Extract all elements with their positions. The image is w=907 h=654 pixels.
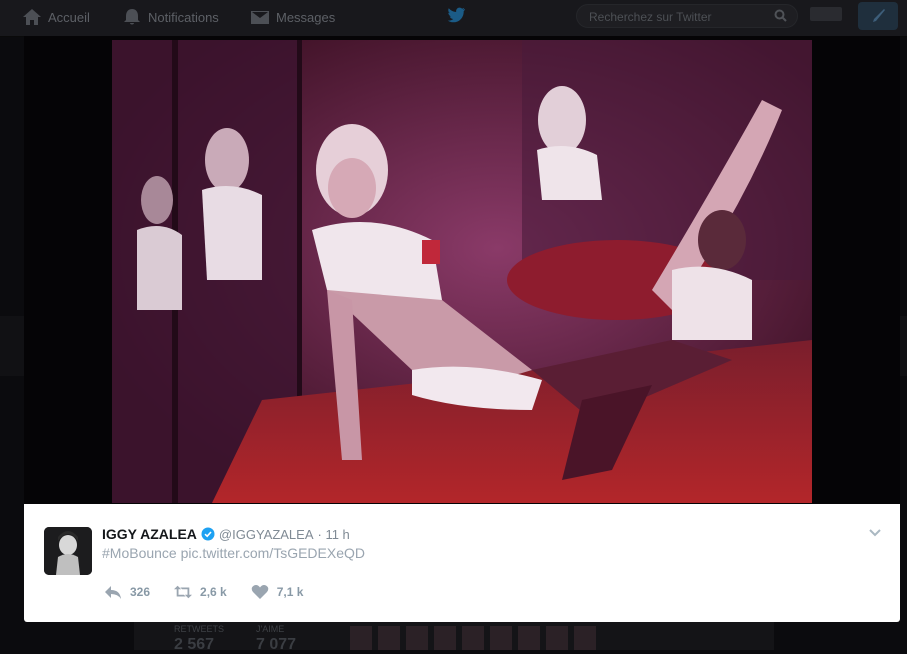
author-handle[interactable]: @IGGYAZALEA xyxy=(219,527,314,542)
retweet-icon xyxy=(174,585,193,599)
nav-notifications[interactable]: Notifications xyxy=(122,5,219,29)
compose-tweet-button[interactable] xyxy=(858,2,898,30)
nav-messages-label: Messages xyxy=(276,9,336,25)
search-input[interactable] xyxy=(587,8,771,26)
quill-icon xyxy=(873,9,885,22)
tweet-card: IGGY AZALEA @IGGYAZALEA · 11 h #MoBounce… xyxy=(24,504,900,622)
reply-button[interactable]: 326 xyxy=(104,584,150,600)
more-options-button[interactable] xyxy=(868,526,882,538)
tweet-actions: 326 2,6 k 7,1 k xyxy=(104,584,327,600)
liker-avatar[interactable] xyxy=(434,626,456,650)
top-navigation-bar: Accueil Notifications Messages xyxy=(0,0,907,37)
liker-avatars xyxy=(350,626,596,650)
tweet-hashtag[interactable]: #MoBounce xyxy=(102,545,177,561)
nav-home[interactable]: Accueil xyxy=(22,5,90,29)
liker-avatar[interactable] xyxy=(574,626,596,650)
liker-avatar[interactable] xyxy=(462,626,484,650)
liker-avatar[interactable] xyxy=(518,626,540,650)
retweet-count: 2,6 k xyxy=(200,585,227,599)
tweet-text: #MoBounce pic.twitter.com/TsGEDEXeQD xyxy=(102,545,365,561)
liker-avatar[interactable] xyxy=(546,626,568,650)
like-count: 7,1 k xyxy=(276,585,304,599)
nav-home-label: Accueil xyxy=(48,9,90,25)
verified-badge-icon xyxy=(201,527,215,541)
home-icon xyxy=(23,9,41,25)
liker-avatar[interactable] xyxy=(350,626,372,650)
heart-icon xyxy=(251,585,269,599)
liker-avatar[interactable] xyxy=(378,626,400,650)
retweet-button[interactable]: 2,6 k xyxy=(174,584,227,600)
nav-messages[interactable]: Messages xyxy=(250,5,335,29)
envelope-icon xyxy=(251,11,269,24)
liker-avatar[interactable] xyxy=(490,626,512,650)
photo-content xyxy=(112,40,812,503)
author-name[interactable]: IGGY AZALEA xyxy=(102,526,197,542)
likes-label: J'AIME xyxy=(256,624,285,634)
author-avatar[interactable] xyxy=(44,527,92,575)
nav-notifications-label: Notifications xyxy=(148,9,219,25)
tweet-media-link[interactable]: pic.twitter.com/TsGEDEXeQD xyxy=(181,545,365,561)
likes-value: 7 077 xyxy=(256,636,297,653)
twitter-logo[interactable] xyxy=(446,6,466,24)
search-field[interactable] xyxy=(576,4,798,28)
search-icon[interactable] xyxy=(774,9,787,22)
tweet-photo[interactable] xyxy=(112,40,812,503)
author-row: IGGY AZALEA @IGGYAZALEA · 11 h xyxy=(102,526,350,542)
retweets-label: RETWEETS xyxy=(174,624,225,634)
like-button[interactable]: 7,1 k xyxy=(251,584,304,600)
tweet-timestamp[interactable]: · 11 h xyxy=(318,527,350,542)
liker-avatar[interactable] xyxy=(406,626,428,650)
author-avatar-image xyxy=(44,527,92,575)
user-avatar[interactable] xyxy=(810,7,842,21)
retweets-value: 2 567 xyxy=(174,636,215,653)
bell-icon xyxy=(124,9,140,25)
media-viewer xyxy=(24,36,900,504)
reply-icon xyxy=(105,586,121,599)
chevron-down-icon xyxy=(869,529,881,537)
twitter-bird-icon xyxy=(447,7,465,23)
reply-count: 326 xyxy=(130,585,151,599)
